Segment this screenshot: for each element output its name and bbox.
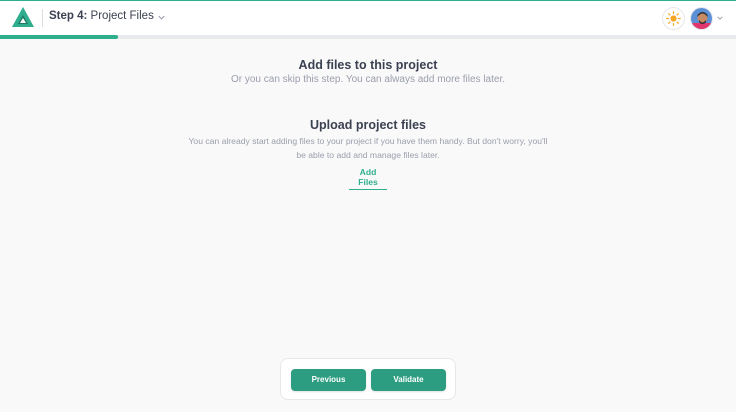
chevron-down-icon[interactable] bbox=[716, 14, 724, 22]
validate-button[interactable]: Validate bbox=[371, 369, 446, 391]
page-title: Add files to this project bbox=[298, 58, 438, 72]
upload-section-description: You can already start adding files to yo… bbox=[188, 136, 548, 160]
step-selector[interactable]: Step 4: Project Files bbox=[49, 10, 154, 22]
upload-section-title: Upload project files bbox=[310, 118, 426, 132]
top-bar: Step 4: Project Files bbox=[0, 0, 736, 35]
logo-icon[interactable] bbox=[11, 6, 35, 28]
previous-button[interactable]: Previous bbox=[291, 369, 366, 391]
header-divider bbox=[42, 9, 43, 27]
step-prefix: Step 4: bbox=[49, 10, 88, 22]
add-files-link[interactable]: Add Files bbox=[349, 167, 387, 190]
chevron-down-icon[interactable] bbox=[157, 13, 166, 22]
page-subtitle: Or you can skip this step. You can alway… bbox=[230, 74, 506, 85]
theme-toggle-button[interactable] bbox=[662, 7, 685, 30]
progress-bar bbox=[0, 35, 736, 39]
footer-actions: Previous Validate bbox=[280, 358, 456, 400]
step-name: Project Files bbox=[90, 10, 154, 22]
sun-icon bbox=[666, 11, 681, 26]
progress-fill bbox=[0, 35, 118, 39]
avatar[interactable] bbox=[690, 7, 713, 30]
